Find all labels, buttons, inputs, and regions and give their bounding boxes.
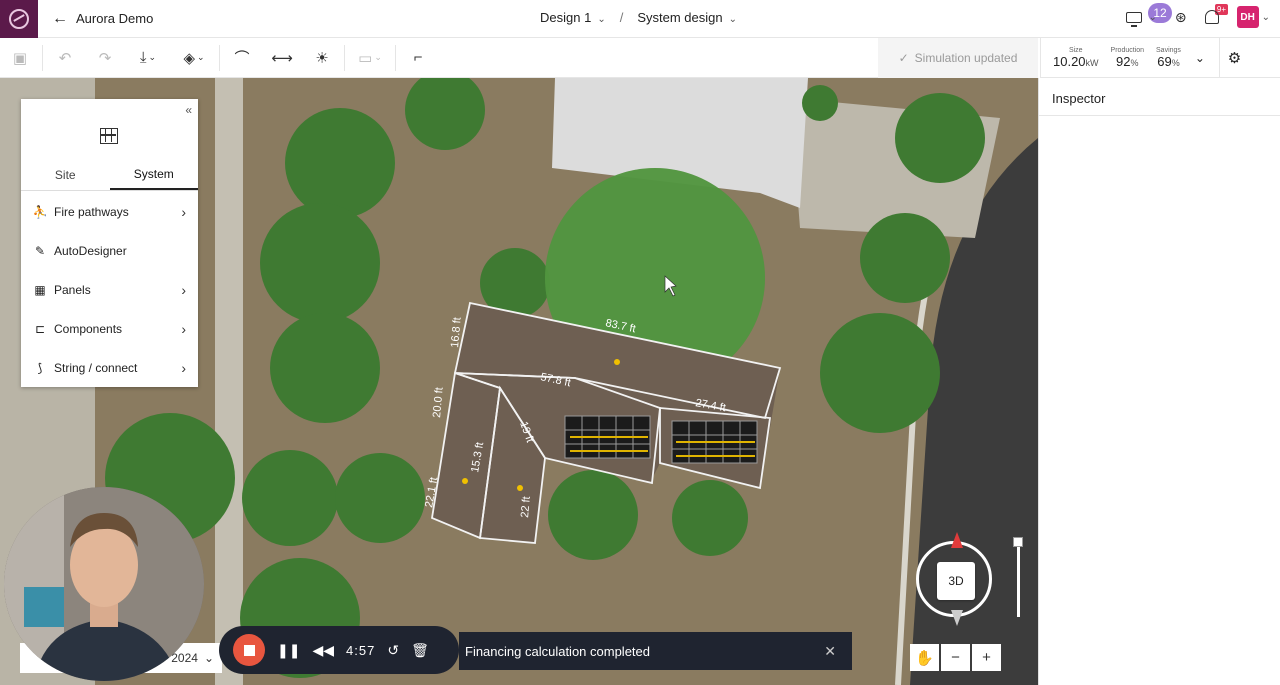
menu-item-panels[interactable]: ▦ Panels › <box>21 270 198 309</box>
toast-notification: Financing calculation completed ✕ <box>459 632 852 670</box>
toast-message: Financing calculation completed <box>465 643 650 659</box>
breadcrumb: Design 1 ⌄ / System design ⌄ <box>540 10 737 25</box>
map-controls: ✋ − + <box>910 644 1001 671</box>
compass[interactable]: 3D <box>916 532 992 626</box>
top-bar: ← Aurora Demo Design 1 ⌄ / System design ⌄… <box>0 0 1280 38</box>
south-arrow-icon <box>951 610 963 626</box>
presenter-video <box>4 487 204 681</box>
chevron-right-icon: › <box>181 281 186 298</box>
view-selector[interactable]: System design ⌄ <box>637 10 737 25</box>
system-stats: Size 10.20kW Production 92% Savings 69% … <box>1040 37 1280 78</box>
menu-item-components[interactable]: ⊏ Components › <box>21 309 198 348</box>
help-icon[interactable]: ⊛ <box>1175 9 1187 26</box>
chevron-down-icon: ⌄ <box>1261 11 1270 23</box>
gear-icon[interactable]: ⚙ <box>1218 37 1249 78</box>
chevron-right-icon: › <box>181 203 186 220</box>
stop-recording-button[interactable] <box>233 634 265 666</box>
zoom-slider[interactable] <box>1013 537 1023 617</box>
dimension-label: 22 ft <box>519 496 533 518</box>
aurora-logo[interactable] <box>0 0 38 38</box>
toolbar-divider <box>344 44 345 71</box>
connect-tool-icon[interactable]: ⌐ <box>398 38 438 78</box>
webcam-overlay <box>4 487 204 681</box>
chevron-down-icon: ⌄ <box>203 651 214 665</box>
design-selector[interactable]: Design 1 ⌄ <box>540 10 606 25</box>
stat-savings: Savings 69% <box>1156 46 1181 69</box>
panel-tabs: Site System <box>21 159 198 191</box>
zoom-in-button[interactable]: + <box>972 644 1001 671</box>
arc-tool-icon[interactable]: ⌒ <box>222 38 262 78</box>
system-menu: ⛹ Fire pathways › ✎ AutoDesigner ▦ Panel… <box>21 192 198 387</box>
zoom-slider-handle[interactable] <box>1013 537 1023 547</box>
stat-production: Production 92% <box>1110 46 1145 69</box>
project-name: Aurora Demo <box>76 11 154 26</box>
menu-item-string-connect[interactable]: ⟆ String / connect › <box>21 348 198 387</box>
wand-icon: ✎ <box>34 243 46 258</box>
panels-icon: ▦ <box>34 282 46 297</box>
menu-item-autodesigner[interactable]: ✎ AutoDesigner <box>21 231 198 270</box>
tab-site[interactable]: Site <box>21 159 110 190</box>
toolbar: ▣ ↶ ↷ ⤓ ⌄ ◈ ⌄ ⌒ ⟷ ☀ ▭ ⌄ ⌐ ✓ Simulation upda… <box>0 38 1038 78</box>
bell-icon[interactable] <box>1204 10 1219 24</box>
chevron-down-icon: ⌄ <box>728 14 737 25</box>
collapse-panel-icon[interactable]: « <box>185 103 192 117</box>
redo-icon[interactable]: ↷ <box>85 38 125 78</box>
string-icon: ⟆ <box>37 360 43 375</box>
layers-icon[interactable]: ◈ ⌄ <box>171 38 217 78</box>
undo-icon[interactable]: ↶ <box>45 38 85 78</box>
logo-icon <box>9 8 29 29</box>
tab-system[interactable]: System <box>109 159 198 190</box>
display-menu[interactable]: ⌄ <box>1126 11 1157 27</box>
pan-hand-icon[interactable]: ✋ <box>910 644 939 671</box>
save-icon[interactable]: ▣ <box>0 38 40 78</box>
chevron-right-icon: › <box>181 320 186 337</box>
3d-toggle-button[interactable]: 3D <box>937 562 975 600</box>
component-icon: ⊏ <box>34 321 46 336</box>
inspector-title: Inspector <box>1039 78 1280 116</box>
sun-icon[interactable]: ☀ <box>302 38 342 78</box>
chevron-right-icon: › <box>181 359 186 376</box>
simulation-status: ✓ Simulation updated <box>878 38 1038 78</box>
fire-pathway-icon: ⛹ <box>32 204 48 219</box>
grid-icon <box>100 128 118 144</box>
chevron-down-icon: ⌄ <box>597 14 606 25</box>
measure-icon[interactable]: ⟷ <box>262 38 302 78</box>
breadcrumb-separator: / <box>619 10 624 25</box>
recording-time: 4:57 <box>346 642 376 658</box>
check-icon: ✓ <box>898 51 909 65</box>
chevron-down-icon[interactable]: ⌄ <box>1195 51 1205 65</box>
design-panel: « Site System ⛹ Fire pathways › ✎ AutoDe… <box>21 99 198 387</box>
restart-icon[interactable]: ↺ <box>387 642 399 659</box>
toolbar-divider <box>395 44 396 71</box>
north-arrow-icon <box>951 532 963 548</box>
view-mode-icon[interactable]: ▭ ⌄ <box>347 38 393 78</box>
back-arrow-icon: ← <box>52 9 68 27</box>
avatar: DH <box>1236 6 1259 28</box>
toolbar-divider <box>42 44 43 71</box>
inspector-panel: Inspector <box>1038 78 1280 685</box>
screen-recorder: ❚❚ ◀◀ 4:57 ↺ 🗑 <box>219 626 459 674</box>
import-icon[interactable]: ⤓ ⌄ <box>125 38 171 78</box>
chevron-down-icon: ⌄ <box>1148 11 1157 23</box>
menu-item-fire-pathways[interactable]: ⛹ Fire pathways › <box>21 192 198 231</box>
rewind-icon[interactable]: ◀◀ <box>312 642 334 659</box>
close-icon[interactable]: ✕ <box>824 643 836 660</box>
zoom-out-button[interactable]: − <box>941 644 970 671</box>
user-menu[interactable]: DH ⌄ <box>1236 6 1270 28</box>
back-button[interactable]: ← Aurora Demo <box>52 10 153 28</box>
toolbar-divider <box>219 44 220 71</box>
monitor-icon <box>1126 11 1143 27</box>
pause-icon[interactable]: ❚❚ <box>277 642 300 659</box>
trash-icon[interactable]: 🗑 <box>411 642 429 659</box>
stat-size: Size 10.20kW <box>1053 46 1099 69</box>
